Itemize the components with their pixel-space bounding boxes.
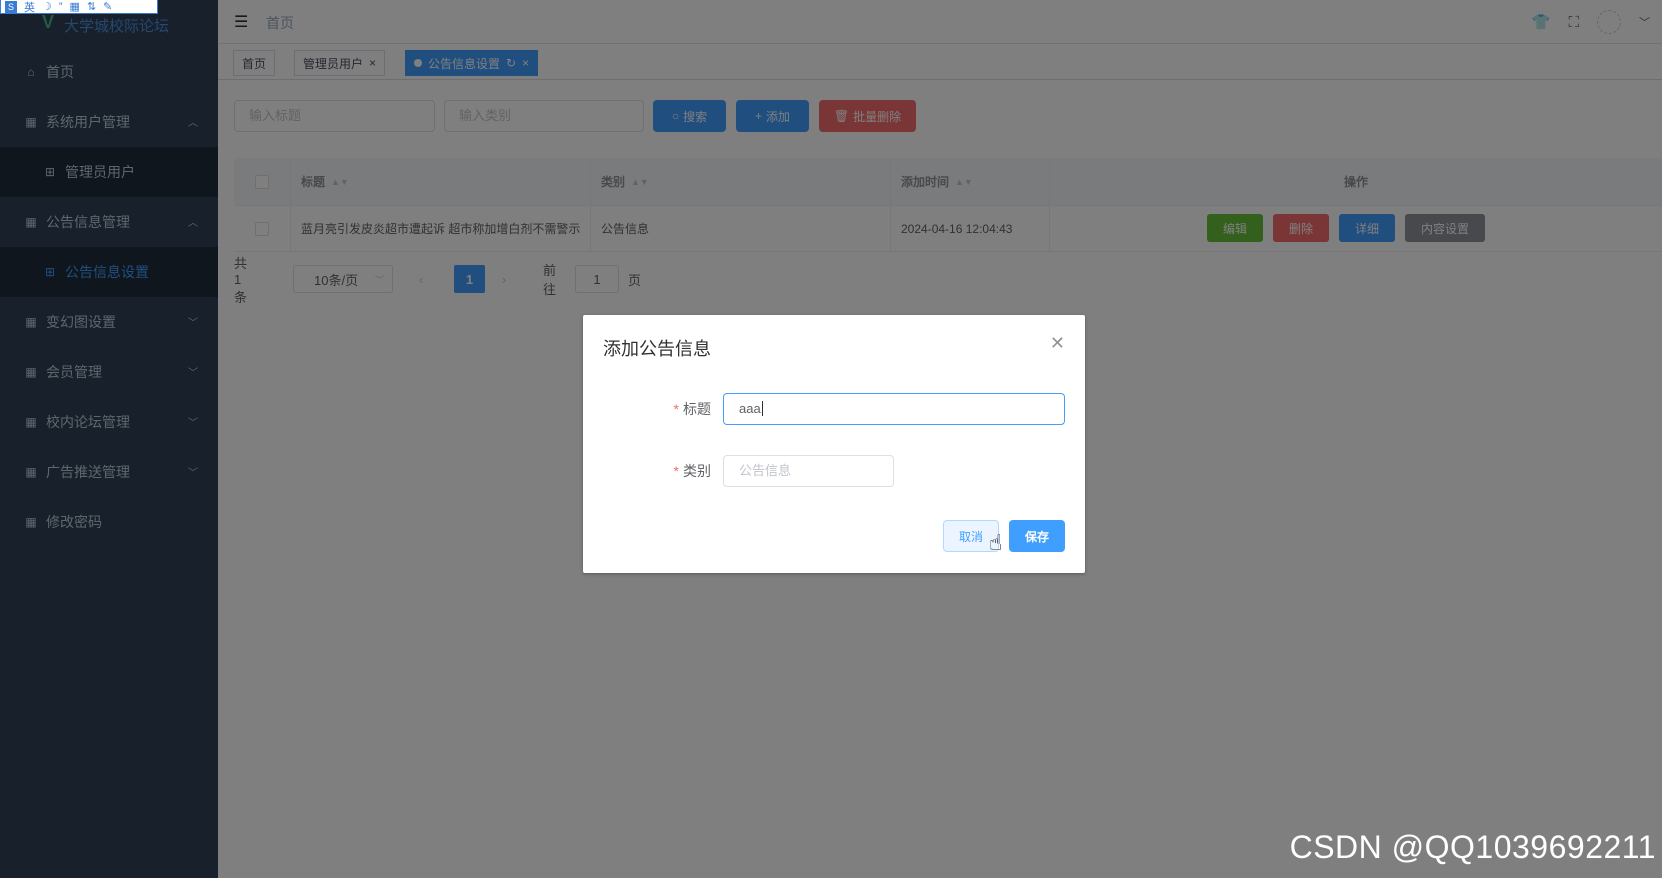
text-caret [761,401,763,416]
ime-item[interactable]: 英 [24,0,35,15]
category-label-text: 类别 [683,463,711,479]
required-mark: * [673,463,679,479]
title-label-text: 标题 [683,401,711,417]
ime-toolbar[interactable]: S 英 ☽ ” ▦ ⇅ ✎ [0,0,158,14]
title-label: * 标题 [583,399,711,419]
ime-item[interactable]: ✎ [103,0,112,13]
title-input-value: aaa [739,401,761,416]
watermark: CSDN @QQ1039692211 [1289,829,1656,865]
category-label: * 类别 [583,461,711,481]
category-input[interactable]: 公告信息 [723,455,894,487]
add-notice-dialog: 添加公告信息 ✕ * 标题 aaa * 类别 公告信息 取消 保存 [583,315,1085,573]
ime-item[interactable]: ☽ [42,0,52,13]
hand-cursor-icon: ☝ [989,530,1003,555]
save-button[interactable]: 保存 [1009,520,1065,552]
ime-item[interactable]: ⇅ [87,0,96,13]
close-icon[interactable]: ✕ [1050,333,1065,354]
ime-item[interactable]: ▦ [70,0,80,13]
ime-logo-icon: S [5,0,17,13]
dialog-title: 添加公告信息 [603,339,711,359]
title-input[interactable]: aaa [723,393,1065,425]
ime-item[interactable]: ” [59,1,63,13]
required-mark: * [673,401,679,417]
